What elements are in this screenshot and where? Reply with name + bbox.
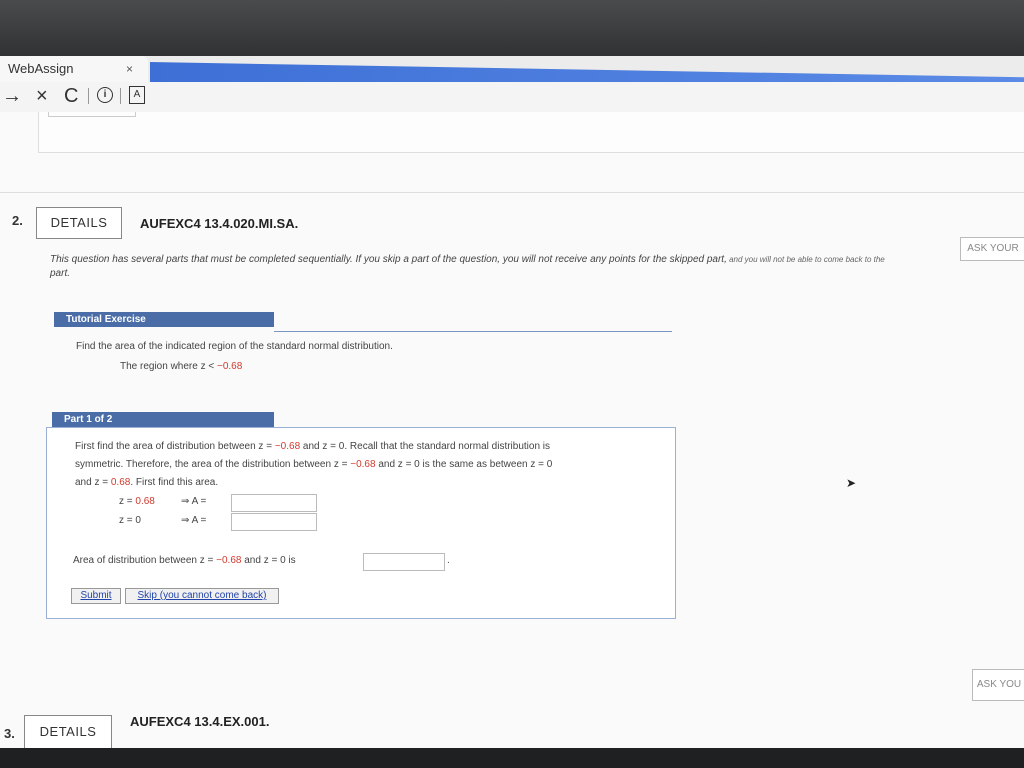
instr-text: First find the area of distribution betw… — [75, 441, 275, 452]
tutorial-exercise-header: Tutorial Exercise — [54, 312, 274, 327]
ask-your-teacher-button[interactable]: ASK YOU — [972, 669, 1024, 701]
reload-icon[interactable]: C — [64, 84, 78, 108]
nav-divider — [120, 88, 121, 104]
area-value: −0.68 — [216, 555, 242, 566]
area-question: Area of distribution between z = −0.68 a… — [73, 555, 296, 566]
navigation-bar: → × C i A — [0, 82, 1024, 112]
part-instructions: First find the area of distribution betw… — [75, 438, 665, 492]
area-total-input[interactable] — [363, 553, 445, 571]
browser-tab[interactable]: WebAssign × — [0, 56, 148, 82]
previous-answer-field[interactable] — [48, 112, 136, 117]
notice-text: This question has several parts that mus… — [50, 254, 727, 265]
instr-text: symmetric. Therefore, the area of the di… — [75, 459, 351, 470]
question-number: 3. — [4, 726, 15, 741]
stop-icon[interactable]: × — [36, 84, 48, 108]
question-code: AUFEXC4 13.4.020.MI.SA. — [140, 216, 299, 231]
tutorial-divider — [274, 331, 672, 332]
tutorial-prompt: Find the area of the indicated region of… — [76, 341, 393, 352]
question-code: AUFEXC4 13.4.EX.001. — [130, 714, 270, 729]
eq-value: 0.68 — [135, 496, 155, 507]
question-number: 2. — [12, 213, 23, 228]
details-button[interactable]: DETAILS — [36, 207, 122, 239]
screen-bezel-top — [0, 0, 1024, 62]
instr-value: −0.68 — [274, 441, 301, 452]
part-header: Part 1 of 2 — [52, 412, 274, 427]
details-button[interactable]: DETAILS — [24, 715, 112, 749]
instr-value: −0.68 — [350, 459, 376, 470]
nav-divider — [88, 88, 89, 104]
sequential-parts-notice: This question has several parts that mus… — [50, 253, 1024, 281]
region-value: −0.68 — [217, 361, 243, 372]
area-answer-input-1[interactable] — [231, 494, 317, 512]
part-1-box: First find the area of distribution betw… — [46, 427, 676, 619]
eq-arrow: ⇒ A = — [181, 496, 207, 507]
equation-row-1: z = 0.68 — [119, 496, 155, 507]
submit-button[interactable]: Submit — [71, 588, 121, 604]
instr-value: 0.68 — [110, 477, 131, 488]
instr-text: . First find this area. — [130, 477, 219, 488]
area-answer-input-2[interactable] — [231, 513, 317, 531]
mouse-cursor-icon: ➤ — [846, 476, 857, 490]
tutorial-region: The region where z < −0.68 — [120, 361, 242, 372]
screen-bezel-bottom — [0, 748, 1024, 768]
info-icon[interactable]: i — [97, 87, 113, 103]
instr-text: and z = 0 is the same as between z = 0 — [375, 459, 553, 470]
previous-question-box — [38, 112, 1024, 153]
eq-label: z = — [119, 496, 136, 507]
browser-chrome: WebAssign × → × C i A — [0, 56, 1024, 112]
area-text: and z = 0 is — [241, 555, 296, 566]
tab-close-icon[interactable]: × — [126, 62, 133, 76]
tab-title: WebAssign — [8, 61, 74, 76]
eq-arrow: ⇒ A = — [181, 515, 207, 526]
forward-arrow-icon[interactable]: → — [2, 84, 22, 108]
skip-button[interactable]: Skip (you cannot come back) — [125, 588, 279, 604]
notice-text-cont: and you will not be able to come back to… — [726, 255, 885, 264]
area-text: Area of distribution between z = — [73, 555, 217, 566]
region-text: The region where z < — [120, 361, 217, 372]
instr-text: and z = 0. Recall that the standard norm… — [300, 441, 551, 452]
extension-icon[interactable]: A — [129, 86, 145, 104]
notice-text-end: part. — [50, 268, 71, 279]
webassign-page: 2. DETAILS AUFEXC4 13.4.020.MI.SA. ASK Y… — [0, 112, 1024, 749]
equation-row-2: z = 0 — [119, 515, 141, 526]
instr-text: and z = — [75, 477, 111, 488]
area-period: . — [447, 555, 450, 566]
